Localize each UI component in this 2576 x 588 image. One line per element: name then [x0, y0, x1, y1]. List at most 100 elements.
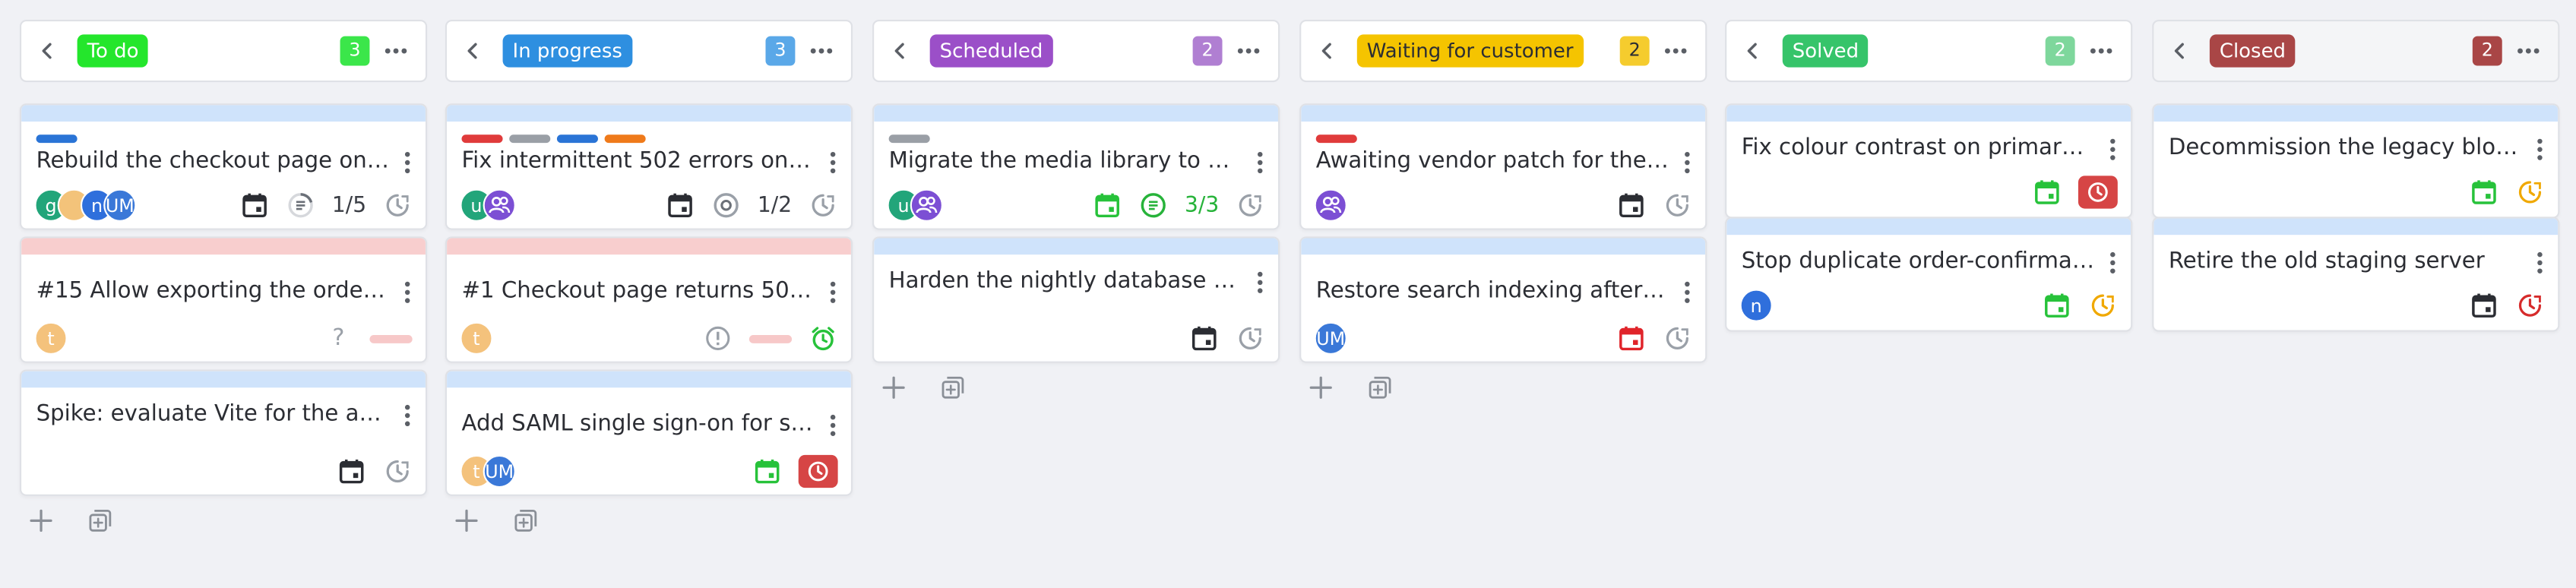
ticket-card[interactable]: Spike: evaluate Vite for the asset pipel…: [19, 369, 428, 496]
collapse-chevron-icon[interactable]: [2167, 38, 2194, 65]
collapse-chevron-icon[interactable]: [1740, 38, 1767, 65]
column-more-icon[interactable]: [2088, 38, 2115, 65]
ticket-card[interactable]: #15 Allow exporting the order history to…: [19, 236, 428, 363]
calendar-icon[interactable]: [2469, 291, 2498, 321]
ticket-card[interactable]: Harden the nightly database backup job: [872, 236, 1280, 363]
calendar-icon[interactable]: [1093, 191, 1122, 220]
ticket-card[interactable]: Awaiting vendor patch for the payment SD…: [1299, 103, 1707, 230]
ticket-card[interactable]: Retire the old staging server: [2152, 217, 2560, 332]
add-card-icon[interactable]: [452, 506, 482, 536]
card-more-icon[interactable]: [1255, 151, 1265, 174]
ticket-card[interactable]: Decommission the legacy blog and redirec…: [2152, 103, 2560, 219]
card-title[interactable]: Add SAML single sign-on for staff accoun…: [462, 411, 815, 438]
clock-icon[interactable]: [383, 457, 413, 486]
card-title[interactable]: Spike: evaluate Vite for the asset pipel…: [36, 401, 390, 428]
card-title[interactable]: Restore search indexing after the outage: [1316, 277, 1669, 304]
checklist-progress-icon[interactable]: [286, 191, 315, 220]
add-from-template-icon[interactable]: [938, 373, 968, 403]
card-more-icon[interactable]: [2108, 138, 2118, 161]
avatar[interactable]: t: [34, 321, 68, 355]
calendar-icon[interactable]: [1616, 324, 1646, 353]
card-more-icon[interactable]: [403, 151, 413, 174]
collapse-chevron-icon[interactable]: [887, 38, 913, 65]
card-title[interactable]: Fix colour contrast on primary buttons: [1742, 134, 2095, 161]
calendar-icon[interactable]: [1189, 324, 1219, 353]
column-more-icon[interactable]: [1663, 38, 1689, 65]
ticket-card[interactable]: Migrate the media library to object stor…: [872, 103, 1280, 230]
card-more-icon[interactable]: [828, 414, 838, 437]
column-more-icon[interactable]: [1236, 38, 1262, 65]
avatar[interactable]: UM: [483, 454, 516, 488]
avatar[interactable]: n: [1739, 289, 1773, 322]
add-card-icon[interactable]: [879, 373, 909, 403]
card-more-icon[interactable]: [1682, 281, 1692, 304]
add-from-template-icon[interactable]: [511, 506, 540, 536]
column-more-icon[interactable]: [809, 38, 835, 65]
clock-icon[interactable]: [1236, 324, 1265, 353]
card-title[interactable]: Retire the old staging server: [2169, 248, 2522, 274]
ticket-card[interactable]: Fix colour contrast on primary buttons: [1725, 103, 2133, 219]
calendar-icon[interactable]: [2042, 291, 2071, 321]
clock-icon[interactable]: [2515, 177, 2545, 207]
card-more-icon[interactable]: [1255, 271, 1265, 294]
checklist-progress-icon[interactable]: [711, 191, 741, 220]
card-more-icon[interactable]: [2108, 251, 2118, 274]
info-icon[interactable]: [703, 324, 733, 353]
ticket-card[interactable]: Restore search indexing after the outage…: [1299, 236, 1707, 363]
column-more-icon[interactable]: [383, 38, 410, 65]
add-from-template-icon[interactable]: [85, 506, 115, 536]
clock-icon[interactable]: [2088, 291, 2118, 321]
ticket-card[interactable]: Fix intermittent 502 errors on the API g…: [445, 103, 853, 230]
clock-icon[interactable]: [1236, 191, 1265, 220]
group-avatar-icon[interactable]: [1314, 188, 1347, 222]
ticket-card[interactable]: Rebuild the checkout page on the new des…: [19, 103, 428, 230]
column-more-icon[interactable]: [2515, 38, 2542, 65]
card-title[interactable]: Rebuild the checkout page on the new des…: [36, 148, 390, 175]
alarm-clock-icon[interactable]: [809, 324, 838, 353]
clock-icon[interactable]: [1663, 324, 1692, 353]
card-more-icon[interactable]: [828, 281, 838, 304]
add-card-icon[interactable]: [27, 506, 56, 536]
card-more-icon[interactable]: [828, 151, 838, 174]
calendar-icon[interactable]: [1616, 191, 1646, 220]
card-more-icon[interactable]: [403, 281, 413, 304]
calendar-icon[interactable]: [752, 457, 782, 486]
card-more-icon[interactable]: [403, 404, 413, 427]
card-title[interactable]: Stop duplicate order-confirmation emails: [1742, 248, 2095, 274]
card-more-icon[interactable]: [2535, 251, 2545, 274]
avatar[interactable]: UM: [1314, 321, 1347, 355]
avatar[interactable]: t: [460, 321, 493, 355]
clock-icon[interactable]: [809, 191, 838, 220]
card-title[interactable]: Harden the nightly database backup job: [889, 267, 1242, 294]
calendar-icon[interactable]: [666, 191, 695, 220]
card-title[interactable]: #1 Checkout page returns 502 during peak…: [462, 277, 815, 304]
group-avatar-icon[interactable]: [910, 188, 943, 222]
card-more-icon[interactable]: [2535, 138, 2545, 161]
ticket-card[interactable]: #1 Checkout page returns 502 during peak…: [445, 236, 853, 363]
ticket-card[interactable]: Add SAML single sign-on for staff accoun…: [445, 369, 853, 496]
overdue-clock-icon[interactable]: [798, 454, 838, 488]
add-from-template-icon[interactable]: [1366, 373, 1395, 403]
avatar[interactable]: UM: [103, 188, 137, 222]
checklist-progress-icon[interactable]: [1138, 191, 1168, 220]
collapse-chevron-icon[interactable]: [1315, 38, 1341, 65]
card-title[interactable]: Fix intermittent 502 errors on the API g…: [462, 148, 815, 175]
card-more-icon[interactable]: [1682, 151, 1692, 174]
collapse-chevron-icon[interactable]: [460, 38, 486, 65]
card-title[interactable]: Migrate the media library to object stor…: [889, 148, 1242, 175]
card-title[interactable]: Awaiting vendor patch for the payment SD…: [1316, 148, 1669, 175]
calendar-icon[interactable]: [337, 457, 366, 486]
collapse-chevron-icon[interactable]: [34, 38, 61, 65]
ticket-card[interactable]: Stop duplicate order-confirmation emails…: [1725, 217, 2133, 332]
calendar-icon[interactable]: [2469, 177, 2498, 207]
overdue-clock-icon[interactable]: [2078, 175, 2118, 209]
group-avatar-icon[interactable]: [483, 188, 516, 222]
calendar-icon[interactable]: [2032, 177, 2062, 207]
card-title[interactable]: Decommission the legacy blog and redirec…: [2169, 134, 2522, 161]
calendar-icon[interactable]: [240, 191, 270, 220]
question-icon[interactable]: ?: [324, 324, 353, 353]
add-card-icon[interactable]: [1306, 373, 1336, 403]
clock-icon[interactable]: [383, 191, 413, 220]
clock-icon[interactable]: [2515, 291, 2545, 321]
clock-icon[interactable]: [1663, 191, 1692, 220]
